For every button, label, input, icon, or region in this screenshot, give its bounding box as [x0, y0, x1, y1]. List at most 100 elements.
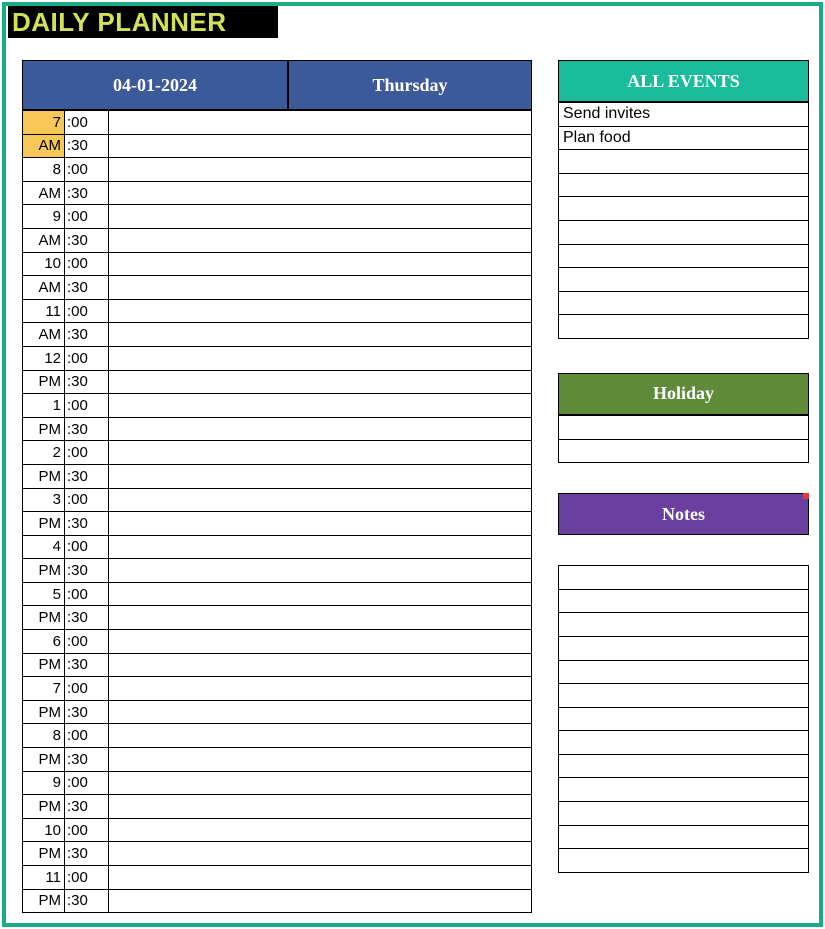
note-row[interactable] — [559, 801, 808, 825]
schedule-slot[interactable] — [109, 748, 531, 771]
minute-label: :30 — [65, 323, 109, 346]
event-row[interactable]: Send invites — [559, 102, 808, 126]
schedule-slot[interactable] — [109, 111, 531, 134]
event-row[interactable] — [559, 291, 808, 315]
schedule-slot[interactable] — [109, 772, 531, 795]
note-row[interactable] — [559, 565, 808, 589]
schedule-slot[interactable] — [109, 701, 531, 724]
date-header: 04-01-2024 — [22, 60, 288, 110]
note-row[interactable] — [559, 612, 808, 636]
schedule-slot[interactable] — [109, 253, 531, 276]
schedule-row: 11:00 — [23, 865, 531, 889]
schedule-slot[interactable] — [109, 583, 531, 606]
minute-label: :30 — [65, 748, 109, 771]
schedule-row: PM:30 — [23, 417, 531, 441]
schedule-slot[interactable] — [109, 724, 531, 747]
ampm-label: PM — [23, 418, 65, 441]
schedule-slot[interactable] — [109, 489, 531, 512]
schedule-slot[interactable] — [109, 158, 531, 181]
schedule-row: 9:00 — [23, 204, 531, 228]
note-row[interactable] — [559, 683, 808, 707]
schedule-slot[interactable] — [109, 371, 531, 394]
note-row[interactable] — [559, 660, 808, 684]
minute-label: :30 — [65, 182, 109, 205]
note-row[interactable] — [559, 589, 808, 613]
note-row[interactable] — [559, 825, 808, 849]
minute-label: :00 — [65, 536, 109, 559]
schedule-slot[interactable] — [109, 441, 531, 464]
event-row[interactable] — [559, 244, 808, 268]
ampm-label: PM — [23, 606, 65, 629]
hour-label: 3 — [23, 489, 65, 512]
note-row[interactable] — [559, 730, 808, 754]
schedule-slot[interactable] — [109, 819, 531, 842]
schedule-slot[interactable] — [109, 135, 531, 158]
schedule-row: PM:30 — [23, 794, 531, 818]
event-row[interactable]: Plan food — [559, 126, 808, 150]
schedule-slot[interactable] — [109, 205, 531, 228]
note-row[interactable] — [559, 754, 808, 778]
hour-label: 11 — [23, 300, 65, 323]
note-row[interactable] — [559, 777, 808, 801]
minute-label: :00 — [65, 866, 109, 889]
schedule-row: 5:00 — [23, 582, 531, 606]
schedule-slot[interactable] — [109, 536, 531, 559]
schedule-slot[interactable] — [109, 866, 531, 889]
ampm-label: PM — [23, 890, 65, 913]
schedule-slot[interactable] — [109, 890, 531, 913]
schedule-slot[interactable] — [109, 842, 531, 865]
minute-label: :30 — [65, 606, 109, 629]
schedule-row: 7:00 — [23, 110, 531, 134]
note-row[interactable] — [559, 707, 808, 731]
minute-label: :00 — [65, 111, 109, 134]
page-title: DAILY PLANNER — [12, 7, 227, 38]
event-row[interactable] — [559, 220, 808, 244]
minute-label: :00 — [65, 772, 109, 795]
event-row[interactable] — [559, 196, 808, 220]
hour-label: 7 — [23, 677, 65, 700]
schedule-row: AM:30 — [23, 134, 531, 158]
minute-label: :30 — [65, 559, 109, 582]
event-row[interactable] — [559, 267, 808, 291]
schedule-slot[interactable] — [109, 630, 531, 653]
ampm-label: PM — [23, 654, 65, 677]
schedule-slot[interactable] — [109, 276, 531, 299]
schedule-row: 6:00 — [23, 629, 531, 653]
schedule-row: PM:30 — [23, 841, 531, 865]
schedule-slot[interactable] — [109, 677, 531, 700]
minute-label: :30 — [65, 229, 109, 252]
schedule-slot[interactable] — [109, 465, 531, 488]
schedule-row: PM:30 — [23, 605, 531, 629]
schedule-slot[interactable] — [109, 654, 531, 677]
event-row[interactable] — [559, 173, 808, 197]
note-row[interactable] — [559, 848, 808, 872]
schedule-slot[interactable] — [109, 182, 531, 205]
hour-label: 9 — [23, 772, 65, 795]
schedule-slot[interactable] — [109, 323, 531, 346]
hour-label: 11 — [23, 866, 65, 889]
schedule-slot[interactable] — [109, 347, 531, 370]
note-row[interactable] — [559, 636, 808, 660]
schedule-slot[interactable] — [109, 559, 531, 582]
schedule-slot[interactable] — [109, 795, 531, 818]
event-row[interactable] — [559, 149, 808, 173]
schedule-slot[interactable] — [109, 229, 531, 252]
schedule-slot[interactable] — [109, 394, 531, 417]
schedule-slot[interactable] — [109, 418, 531, 441]
minute-label: :30 — [65, 512, 109, 535]
holiday-row[interactable] — [559, 415, 808, 439]
minute-label: :00 — [65, 489, 109, 512]
event-row[interactable] — [559, 314, 808, 338]
schedule-slot[interactable] — [109, 300, 531, 323]
schedule-row: PM:30 — [23, 889, 531, 913]
hour-label: 8 — [23, 724, 65, 747]
schedule-slot[interactable] — [109, 606, 531, 629]
schedule-slot[interactable] — [109, 512, 531, 535]
hour-label: 12 — [23, 347, 65, 370]
schedule-row: AM:30 — [23, 228, 531, 252]
holiday-row[interactable] — [559, 439, 808, 463]
minute-label: :30 — [65, 371, 109, 394]
minute-label: :30 — [65, 276, 109, 299]
ampm-label: PM — [23, 748, 65, 771]
schedule-row: 4:00 — [23, 535, 531, 559]
